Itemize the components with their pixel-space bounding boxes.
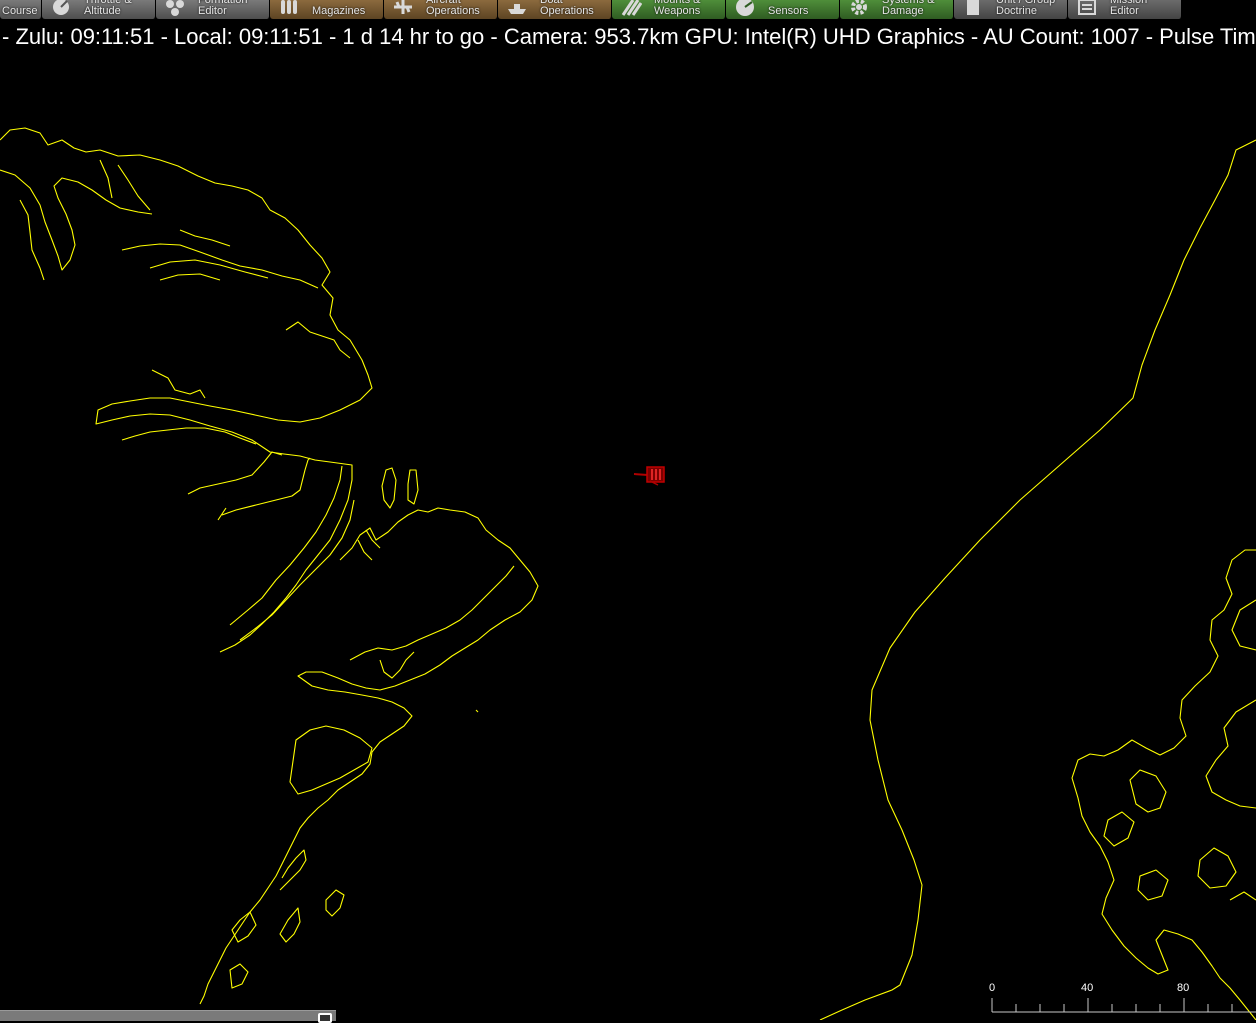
status-bar: - Zulu: 09:11:51 - Local: 09:11:51 - 1 d… <box>0 23 1256 51</box>
coastline-northwest-fjord-3 <box>187 451 311 521</box>
toolbar-button-label: Course <box>2 5 38 17</box>
status-text: - Zulu: 09:11:51 - Local: 09:11:51 - 1 d… <box>2 24 1256 49</box>
toolbar-button-formation[interactable]: Formation Editor <box>156 0 270 19</box>
coastline-northwest-inlet-4 <box>99 159 231 247</box>
coastline-northwest-fjord-1 <box>151 321 351 399</box>
toolbar-button-label: Sensors <box>768 5 809 17</box>
formation-icon <box>164 0 186 18</box>
coastline-northwest-inlet-3 <box>121 243 319 289</box>
coastline-northwest-fjord-4 <box>229 465 355 641</box>
weapons-icon <box>620 0 643 18</box>
gear-icon <box>848 0 870 18</box>
magazines-icon <box>278 0 300 18</box>
coastline-central-inner <box>349 565 515 679</box>
coastline-northwest-inlet-1 <box>0 169 153 271</box>
coastline-northwest-inlet-2 <box>19 199 45 281</box>
toolbar-button-boat[interactable]: Boat Operations <box>498 0 612 19</box>
toolbar-button-label: Mounts & Weapons <box>654 0 701 17</box>
mission-editor-icon <box>1076 0 1098 18</box>
panel-toggle-button[interactable] <box>318 1013 332 1023</box>
scale-bar: 0 40 80 <box>980 978 1256 1020</box>
coastline-south-2 <box>229 849 345 989</box>
toolbar-button-label: Unit / Group Doctrine <box>996 0 1056 17</box>
bottom-panel <box>0 1010 336 1023</box>
toolbar-button-weapons[interactable]: Mounts & Weapons <box>612 0 726 19</box>
coastline-northwest <box>0 127 373 653</box>
coastline-east-fjords <box>1103 599 1256 901</box>
coastline-northwest-fjord-2 <box>121 427 257 445</box>
toolbar-button-aircraft[interactable]: Aircraft Operations <box>384 0 498 19</box>
toolbar-button-doctrine[interactable]: Unit / Group Doctrine <box>954 0 1068 19</box>
toolbar-button-sensors[interactable]: Sensors <box>726 0 840 19</box>
toolbar-button-label: Mission Editor <box>1110 0 1148 17</box>
toolbar-button-label: Throttle & Altitude <box>84 0 132 17</box>
coastline-east <box>1071 549 1256 1020</box>
toolbar-button-label: Magazines <box>312 5 366 17</box>
boundary-line <box>819 139 1256 1020</box>
unit-symbol[interactable] <box>633 466 665 486</box>
coastline-south-1 <box>289 725 373 795</box>
scale-ticks <box>991 998 1256 1013</box>
toolbar-button-label: Boat Operations <box>540 0 594 17</box>
toolbar-button-label: Systems & Damage <box>882 0 935 17</box>
coastline-central <box>199 507 539 1005</box>
throttle-icon <box>50 0 72 18</box>
toolbar-button-label: Aircraft Operations <box>426 0 480 17</box>
boat-icon <box>506 0 528 18</box>
toolbar-button-course[interactable]: Course <box>0 0 42 19</box>
unit-toolbar: Course Throttle & Altitude Formation Edito… <box>0 0 1256 19</box>
small-island <box>475 709 479 713</box>
toolbar-button-label: Formation Editor <box>198 0 248 17</box>
aircraft-icon <box>392 0 414 18</box>
toolbar-button-mission-editor[interactable]: Mission Editor <box>1068 0 1182 19</box>
map-canvas[interactable] <box>0 0 1256 1020</box>
doctrine-icon <box>962 0 984 18</box>
toolbar-button-magazines[interactable]: Magazines <box>270 0 384 19</box>
toolbar-button-throttle[interactable]: Throttle & Altitude <box>42 0 156 19</box>
sensors-icon <box>734 0 756 18</box>
toolbar-button-gear[interactable]: Systems & Damage <box>840 0 954 19</box>
